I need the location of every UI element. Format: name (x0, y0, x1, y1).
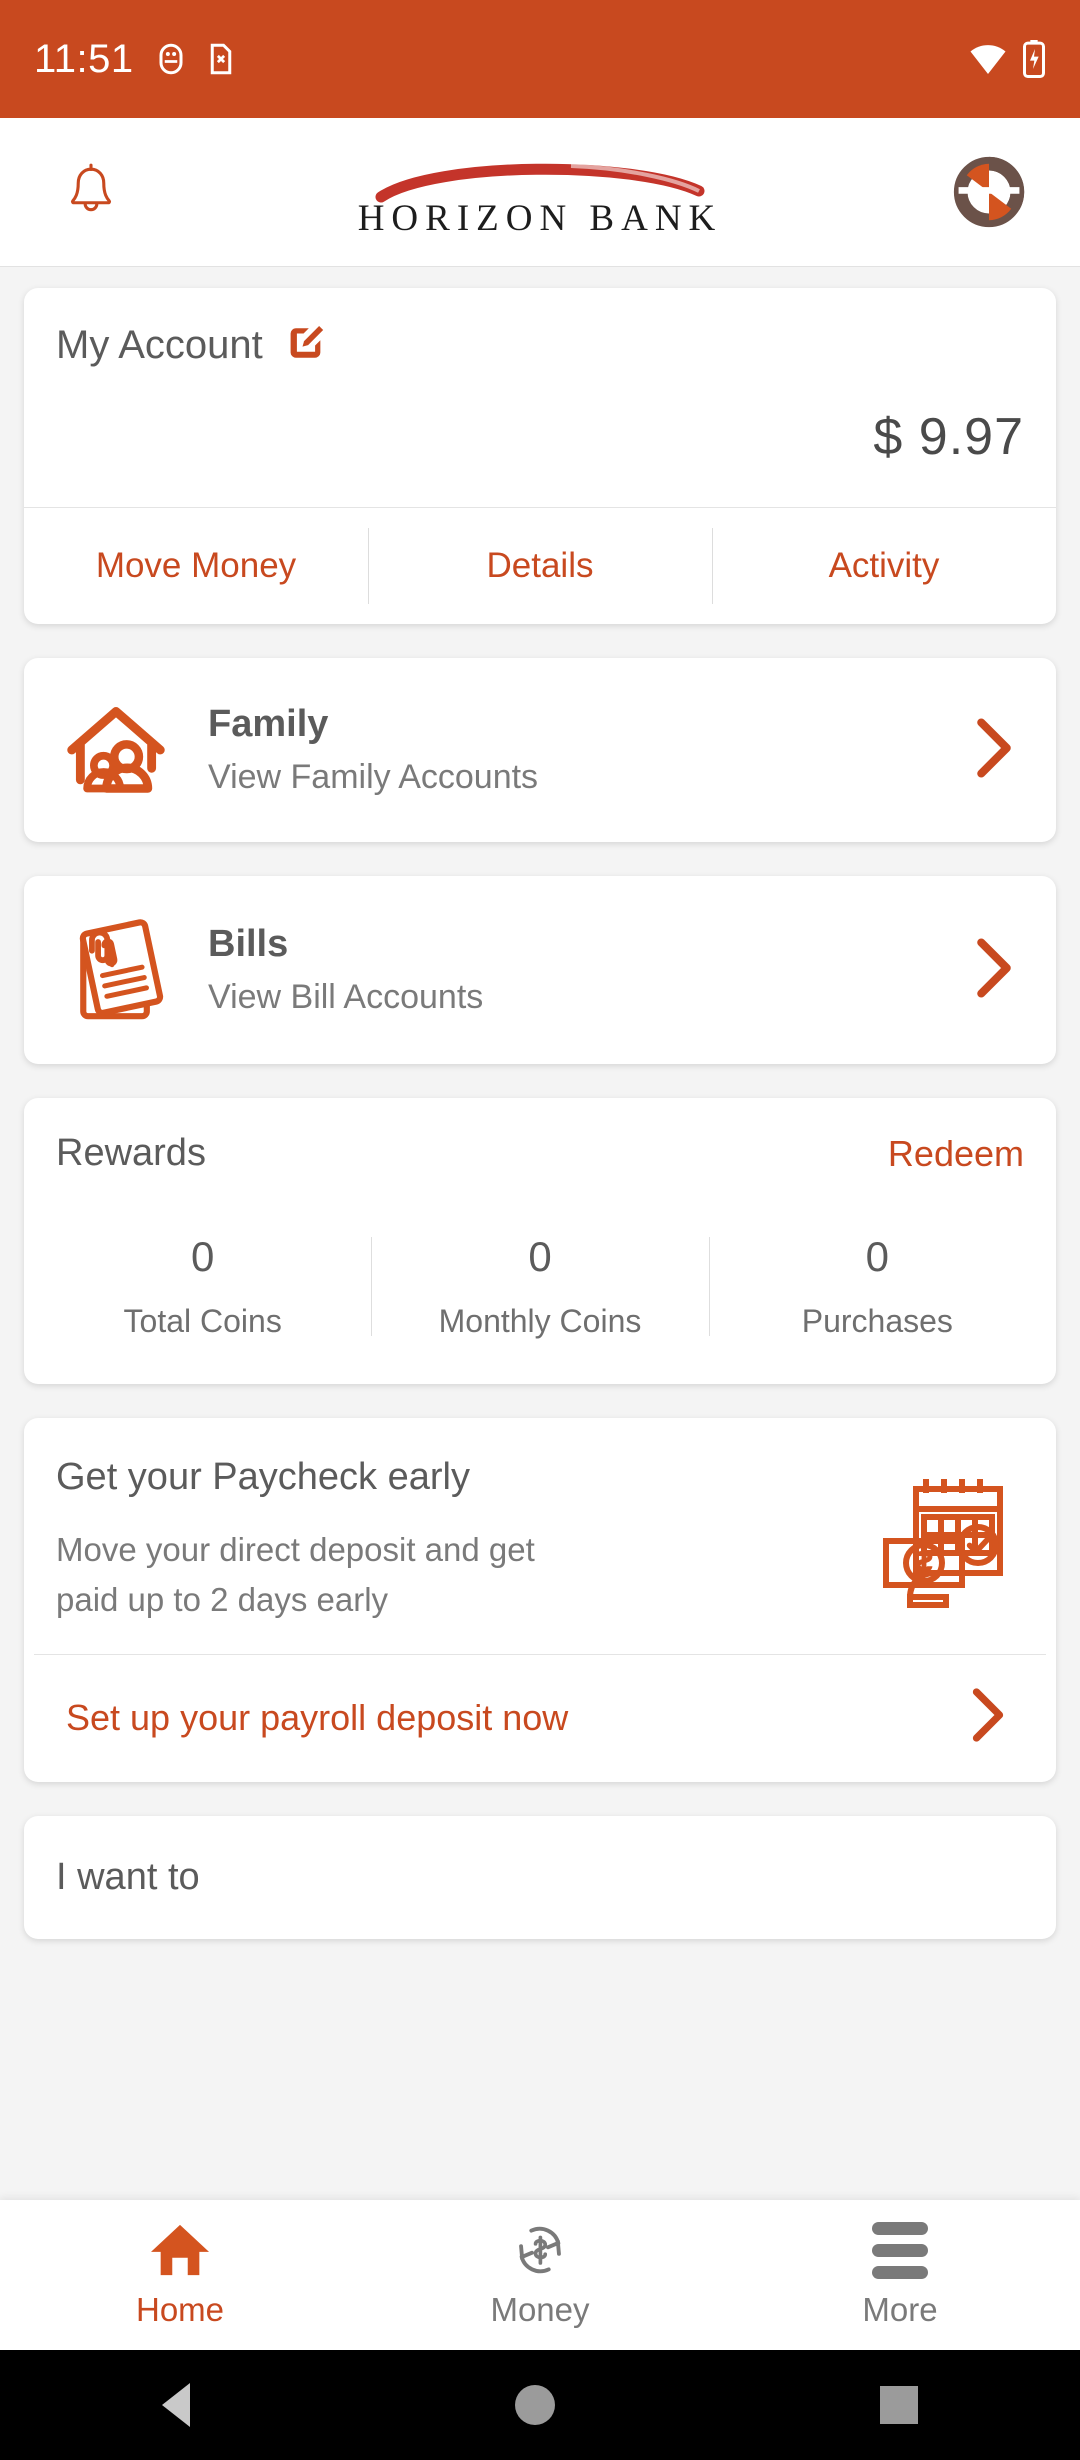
account-actions: Move Money Details Activity (24, 507, 1056, 624)
payday-calendar-icon (864, 1456, 1024, 1624)
monthly-coins-label: Monthly Coins (438, 1303, 642, 1339)
purchases-value: 0 (865, 1233, 889, 1280)
paycheck-title: Get your Paycheck early (56, 1456, 470, 1498)
edit-account-button[interactable] (285, 322, 327, 369)
payroll-setup-row[interactable]: Set up your payroll deposit now (34, 1654, 1046, 1782)
bill-document-icon (58, 916, 174, 1024)
i-want-to-title: I want to (56, 1856, 200, 1898)
family-card[interactable]: Family View Family Accounts (24, 658, 1056, 842)
i-want-to-card: I want to (24, 1816, 1056, 1939)
bell-icon (71, 163, 111, 212)
purchases-label: Purchases (801, 1303, 953, 1339)
rewards-stats: 0 Total Coins 0 Monthly Coins 0 Purchase… (24, 1175, 1056, 1384)
paycheck-description: Move your direct deposit and get paid up… (56, 1531, 535, 1618)
rewards-title: Rewards (56, 1132, 206, 1174)
bills-subtitle: View Bill Accounts (208, 978, 484, 1016)
notifications-button[interactable] (48, 161, 134, 223)
app-screen: 11:51 HORIZON BANK My Account $ 9.97 Mov… (0, 0, 1080, 2460)
home-circle-icon[interactable] (514, 2385, 555, 2425)
status-bar-right-icons (968, 39, 1046, 79)
rewards-stat-purchases: 0 Purchases (708, 1233, 1046, 1340)
horizon-ring-logo (953, 156, 1025, 228)
family-title: Family (208, 703, 329, 745)
bottom-navigation: Home Money More (0, 2200, 1080, 2350)
nav-label-money: Money (490, 2291, 590, 2328)
account-summary: My Account $ 9.97 (24, 288, 1056, 507)
house-family-icon (58, 698, 174, 802)
account-title: My Account (56, 323, 263, 367)
family-subtitle: View Family Accounts (208, 758, 539, 796)
account-balance: $ 9.97 (873, 408, 1024, 466)
redeem-button[interactable]: Redeem (888, 1133, 1024, 1175)
chevron-right-icon[interactable] (972, 937, 1022, 1004)
status-bar-left-icons (156, 40, 236, 78)
chevron-right-icon[interactable] (972, 717, 1022, 784)
total-coins-label: Total Coins (123, 1303, 282, 1339)
details-button[interactable]: Details (368, 508, 712, 624)
nav-item-more[interactable]: More (720, 2221, 1080, 2329)
paycheck-text: Get your Paycheck early Move your direct… (56, 1456, 844, 1624)
bills-title: Bills (208, 923, 289, 965)
usb-debug-icon (159, 43, 183, 75)
my-account-card: My Account $ 9.97 Move Money Details Act… (24, 288, 1056, 624)
nav-item-home[interactable]: Home (0, 2221, 360, 2329)
bills-card[interactable]: Bills View Bill Accounts (24, 876, 1056, 1064)
total-coins-value: 0 (190, 1233, 215, 1280)
nav-label-home: Home (135, 2291, 225, 2328)
nav-label-more: More (862, 2290, 938, 2328)
brand-name: HORIZON BANK (357, 197, 723, 239)
chevron-right-icon[interactable] (968, 1687, 1014, 1748)
rewards-stat-monthly-coins: 0 Monthly Coins (371, 1233, 708, 1340)
status-bar: 11:51 (0, 0, 1080, 118)
profile-button[interactable] (946, 153, 1032, 231)
rewards-card: Rewards Redeem 0 Total Coins 0 Monthly C… (24, 1098, 1056, 1384)
bills-card-text: Bills View Bill Accounts (208, 923, 938, 1017)
rewards-stat-total-coins: 0 Total Coins (34, 1233, 371, 1340)
system-navigation-bar (0, 2350, 1080, 2460)
money-transfer-icon (519, 2226, 561, 2274)
battery-charging-icon (1022, 40, 1045, 78)
horizon-arc-icon (375, 163, 705, 202)
brand-lockup: HORIZON BANK (0, 145, 1080, 240)
home-icon (151, 2224, 209, 2276)
status-bar-clock: 11:51 (34, 36, 134, 81)
main-content: My Account $ 9.97 Move Money Details Act… (0, 266, 1080, 2200)
family-card-text: Family View Family Accounts (208, 703, 938, 797)
app-header: HORIZON BANK (0, 118, 1080, 266)
edit-pencil-icon (290, 326, 323, 358)
move-money-button[interactable]: Move Money (24, 508, 368, 624)
recents-square-icon[interactable] (879, 2386, 918, 2424)
hamburger-menu-icon (872, 2221, 928, 2279)
activity-button[interactable]: Activity (712, 508, 1056, 624)
wifi-icon (970, 45, 1006, 74)
paycheck-promo-card: Get your Paycheck early Move your direct… (24, 1418, 1056, 1782)
nav-item-money[interactable]: Money (360, 2221, 720, 2329)
payroll-setup-label: Set up your payroll deposit now (66, 1696, 569, 1738)
monthly-coins-value: 0 (528, 1233, 552, 1280)
back-triangle-icon[interactable] (162, 2383, 191, 2427)
sim-error-icon (210, 43, 231, 75)
